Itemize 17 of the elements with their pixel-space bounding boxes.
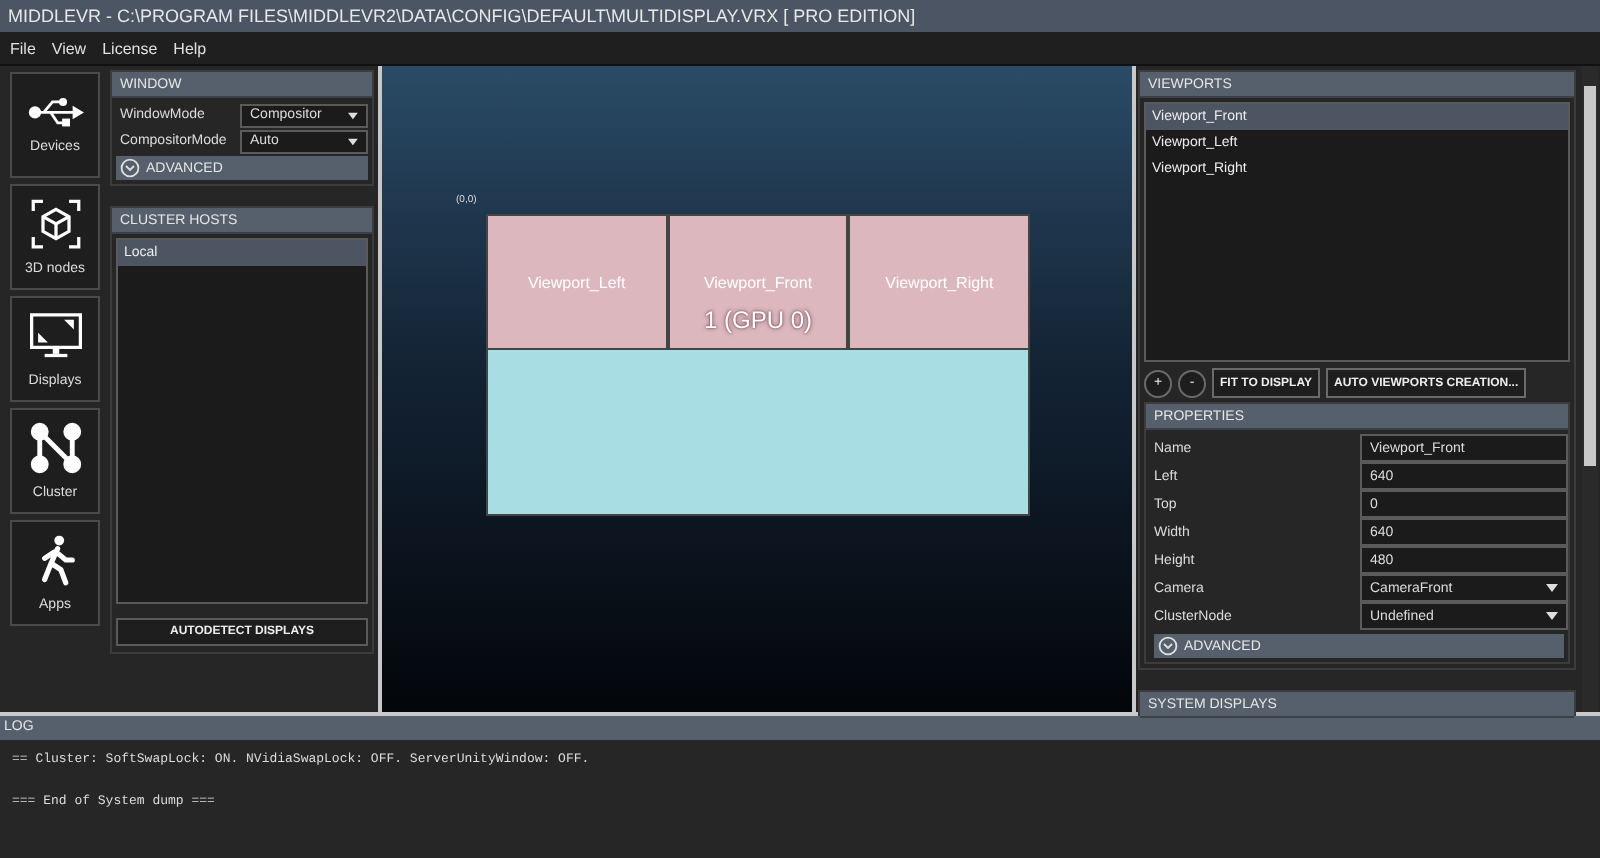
caret-icon	[348, 137, 358, 145]
menu-item[interactable]: License	[100, 39, 160, 57]
menu-item[interactable]: Help	[171, 39, 209, 57]
cube-icon	[27, 198, 83, 250]
chevron-down-icon	[1158, 636, 1178, 656]
caret-icon	[1546, 612, 1558, 620]
menu-item[interactable]: View	[49, 39, 89, 57]
caret-icon	[348, 111, 358, 119]
nodes-icon	[27, 422, 83, 474]
chevron-down-icon	[120, 158, 140, 178]
display-label: 1 (GPU 0)	[703, 306, 812, 334]
window-title: MIDDLEVR - C:\PROGRAM FILES\MIDDLEVR2\DATA\CONFIG\DEFAULT\MULTIDISPLAY.VRX [ PRO EDITION]	[8, 4, 918, 30]
scrollbar[interactable]	[1582, 66, 1598, 712]
caret-icon	[1546, 584, 1558, 592]
menu-item[interactable]: File	[8, 39, 38, 57]
monitor-icon	[27, 310, 83, 362]
usb-icon	[27, 96, 83, 128]
